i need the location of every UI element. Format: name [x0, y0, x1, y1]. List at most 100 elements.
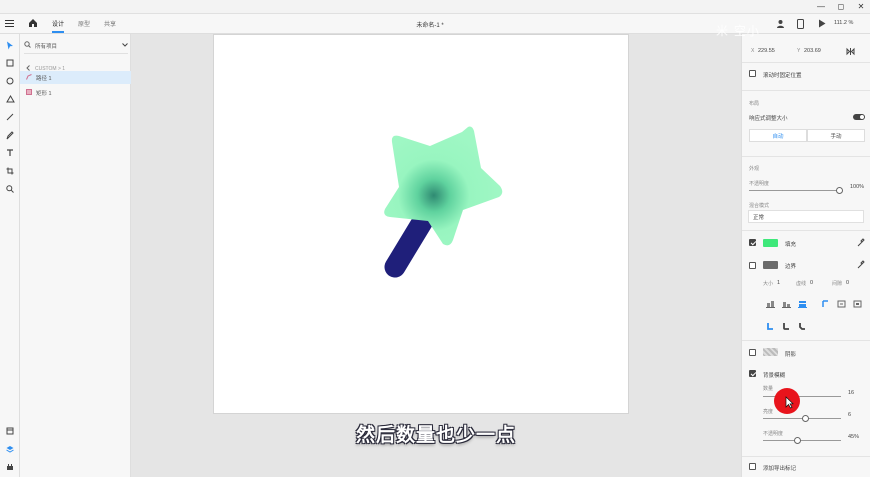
path-icon — [26, 73, 32, 82]
opacity-label: 不透明度 — [749, 181, 770, 187]
layers-icon[interactable] — [3, 442, 17, 456]
fixed-position-checkbox[interactable] — [749, 70, 756, 77]
stroke-center-icon[interactable] — [780, 299, 792, 309]
export-mark-label: 添加导出标记 — [763, 466, 797, 472]
assets-icon[interactable] — [3, 424, 17, 438]
gap-input[interactable]: 0 — [846, 280, 849, 286]
fill-checkbox[interactable] — [749, 239, 756, 246]
artboard-tool-icon[interactable] — [3, 164, 17, 178]
brightness-value[interactable]: 6 — [848, 412, 851, 418]
fixed-position-label: 滚动时固定位置 — [763, 73, 802, 79]
opacity-value[interactable]: 100% — [850, 184, 864, 190]
blur-opacity-value[interactable]: 45% — [848, 434, 859, 440]
dash-label: 虚线 — [796, 281, 807, 287]
opacity-slider-knob[interactable] — [836, 187, 843, 194]
play-icon[interactable] — [818, 19, 826, 30]
x-label: X — [751, 48, 755, 54]
blur-opacity-slider-knob[interactable] — [794, 437, 801, 444]
divider — [742, 62, 870, 63]
brightness-slider-knob[interactable] — [802, 415, 809, 422]
export-mark-checkbox[interactable] — [749, 463, 756, 470]
x-input[interactable]: 229.55 — [758, 48, 775, 54]
cap-square-icon[interactable] — [796, 321, 808, 331]
join-round-icon[interactable] — [835, 299, 847, 309]
brightness-label: 亮度 — [763, 409, 774, 415]
cap-butt-icon[interactable] — [764, 321, 776, 331]
shadow-label: 阴影 — [785, 352, 797, 358]
border-checkbox[interactable] — [749, 262, 756, 269]
properties-panel: X 229.55 Y 203.69 滚动时固定位置 布局 响应式调整大小 自动 … — [741, 34, 870, 477]
rectangle-tool-icon[interactable] — [3, 56, 17, 70]
star-shape[interactable] — [384, 126, 503, 246]
join-miter-icon[interactable] — [819, 299, 831, 309]
fill-color-swatch[interactable] — [763, 239, 778, 247]
flip-icon[interactable] — [846, 47, 855, 58]
blend-mode-dropdown[interactable]: 正常 — [748, 210, 864, 223]
shadow-checkbox[interactable] — [749, 349, 756, 356]
tab-prototype[interactable]: 原型 — [78, 19, 90, 28]
hamburger-menu-icon[interactable] — [5, 19, 14, 30]
opacity-slider-track[interactable] — [749, 190, 841, 191]
zoom-tool-icon[interactable] — [3, 182, 17, 196]
polygon-tool-icon[interactable] — [3, 92, 17, 106]
cap-round-icon[interactable] — [780, 321, 792, 331]
blur-amount-value[interactable]: 16 — [848, 390, 854, 396]
home-icon[interactable] — [28, 18, 38, 30]
watermark: 米 空小 — [716, 24, 760, 38]
background-blur-checkbox[interactable] — [749, 370, 756, 377]
tool-bar — [0, 34, 20, 477]
close-window-button[interactable]: ✕ — [854, 2, 868, 12]
stroke-outer-icon[interactable] — [796, 299, 808, 309]
y-input[interactable]: 203.69 — [804, 48, 821, 54]
line-tool-icon[interactable] — [3, 110, 17, 124]
layout-section-title: 布局 — [749, 101, 760, 107]
responsive-manual-button[interactable]: 手动 — [807, 129, 865, 142]
plugins-icon[interactable] — [3, 460, 17, 474]
wand-graphic[interactable] — [214, 35, 630, 415]
dash-input[interactable]: 0 — [810, 280, 813, 286]
divider — [742, 456, 870, 457]
chevron-down-icon — [122, 42, 128, 49]
responsive-resize-toggle[interactable] — [853, 114, 865, 120]
artboard[interactable] — [213, 34, 629, 414]
fill-label: 填充 — [785, 242, 797, 248]
blend-mode-label: 混合模式 — [749, 203, 770, 209]
background-blur-label: 背景模糊 — [763, 373, 786, 379]
layer-item-path[interactable]: 路径 1 — [20, 71, 131, 84]
eyedropper-icon[interactable] — [857, 238, 865, 249]
eyedropper-icon[interactable] — [857, 260, 865, 271]
design-canvas[interactable]: 然后数量也少一点 — [131, 34, 741, 477]
maximize-button[interactable]: ◻ — [834, 2, 848, 12]
minimize-button[interactable]: — — [814, 2, 828, 12]
user-icon[interactable] — [776, 19, 785, 30]
divider — [742, 90, 870, 91]
divider — [742, 340, 870, 341]
layers-filter-label: 所有项目 — [35, 43, 58, 50]
responsive-resize-label: 响应式调整大小 — [749, 116, 788, 122]
pen-tool-icon[interactable] — [3, 128, 17, 142]
tab-design[interactable]: 设计 — [52, 19, 65, 33]
ellipse-tool-icon[interactable] — [3, 74, 17, 88]
video-subtitle: 然后数量也少一点 — [355, 424, 516, 446]
responsive-auto-button[interactable]: 自动 — [749, 129, 807, 142]
border-size-label: 大小 — [763, 281, 774, 287]
cursor-icon — [785, 396, 794, 409]
divider — [742, 156, 870, 157]
select-tool-icon[interactable] — [3, 38, 17, 52]
tab-share[interactable]: 共享 — [104, 19, 116, 28]
document-title: 未命名-1 * — [416, 23, 444, 29]
zoom-level[interactable]: 111.2 % — [834, 20, 853, 26]
join-bevel-icon[interactable] — [851, 299, 863, 309]
border-color-swatch[interactable] — [763, 261, 778, 269]
rectangle-icon — [26, 88, 32, 97]
layer-item-rectangle[interactable]: 矩形 1 — [20, 86, 131, 99]
blur-opacity-slider-track[interactable] — [763, 440, 841, 441]
y-label: Y — [797, 48, 801, 54]
layers-filter[interactable]: 所有项目 — [24, 38, 128, 54]
stroke-inner-icon[interactable] — [764, 299, 776, 309]
layer-label: 矩形 1 — [36, 90, 52, 97]
mobile-preview-icon[interactable] — [797, 19, 804, 31]
border-size-input[interactable]: 1 — [777, 280, 780, 286]
text-tool-icon[interactable] — [3, 146, 17, 160]
shadow-color-swatch[interactable] — [763, 348, 778, 356]
